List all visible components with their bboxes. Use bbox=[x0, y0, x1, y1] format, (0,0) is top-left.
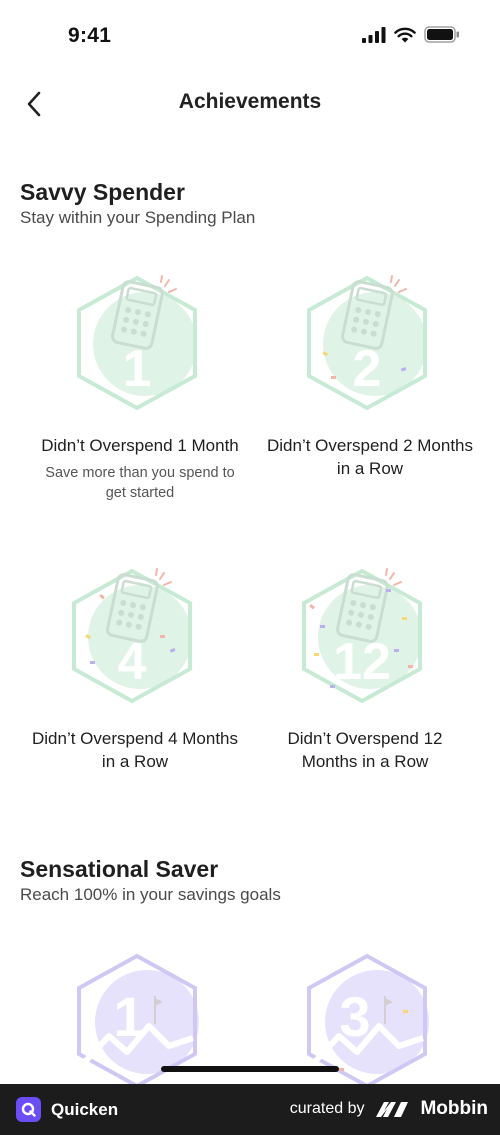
badge-description: Save more than you spend to get started bbox=[45, 465, 235, 501]
badge-savvy-12[interactable]: 12 Didn’t Overspend 12 Months in a Row bbox=[250, 565, 480, 773]
badge-title: Didn’t Overspend 2 Months in a Row bbox=[267, 436, 473, 478]
battery-icon bbox=[424, 26, 459, 43]
footer-credit: curated by Mobbin bbox=[290, 1098, 488, 1120]
quicken-logo-icon bbox=[16, 1097, 41, 1122]
footer-app: Quicken bbox=[16, 1097, 118, 1122]
mobbin-brand: Mobbin bbox=[420, 1098, 488, 1119]
badge-title: Didn’t Overspend 4 Months in a Row bbox=[32, 729, 238, 771]
calculator-badge-icon: 1 bbox=[77, 275, 197, 411]
signal-icon bbox=[362, 26, 386, 43]
calculator-badge-icon: 12 bbox=[302, 568, 422, 704]
svg-text:1: 1 bbox=[123, 340, 152, 398]
badge-savvy-1[interactable]: 1 Didn’t Overspend 1 Month Save more tha… bbox=[25, 272, 255, 503]
wifi-icon bbox=[394, 27, 416, 42]
status-icons bbox=[362, 26, 460, 43]
badge-savvy-4[interactable]: 4 Didn’t Overspend 4 Months in a Row bbox=[20, 565, 250, 773]
status-bar: 9:41 bbox=[0, 0, 500, 74]
badge-title: Didn’t Overspend 12 Months in a Row bbox=[287, 729, 443, 771]
badge-savvy-2[interactable]: 2 Didn’t Overspend 2 Months in a Row bbox=[255, 272, 485, 480]
badge-title: Didn’t Overspend 1 Month bbox=[41, 436, 239, 455]
curated-by-label: curated by bbox=[289, 1100, 365, 1117]
calculator-badge-icon: 4 bbox=[72, 568, 192, 704]
svg-text:2: 2 bbox=[353, 340, 382, 398]
page-title: Achievements bbox=[178, 90, 322, 113]
section-subtitle-sensational-saver: Reach 100% in your savings goals bbox=[20, 885, 281, 904]
svg-text:4: 4 bbox=[118, 633, 147, 691]
svg-text:12: 12 bbox=[333, 633, 391, 691]
mobbin-logo-icon bbox=[376, 1102, 409, 1117]
badge-saver-3[interactable]: 3 bbox=[255, 950, 485, 1084]
status-time: 9:41 bbox=[68, 24, 112, 47]
badge-saver-1[interactable]: 1 bbox=[25, 950, 255, 1084]
calculator-badge-icon: 2 bbox=[307, 275, 427, 411]
home-indicator[interactable] bbox=[161, 1066, 339, 1072]
footer-bar: Quicken curated by Mobbin bbox=[0, 1084, 500, 1135]
footer-app-name: Quicken bbox=[51, 1099, 119, 1119]
mountain-badge-icon: 1 bbox=[77, 953, 199, 1084]
section-subtitle-savvy-spender: Stay within your Spending Plan bbox=[20, 208, 256, 227]
mountain-badge-icon: 3 bbox=[307, 953, 429, 1084]
nav-bar: Achievements bbox=[0, 74, 500, 134]
section-title-sensational-saver: Sensational Saver bbox=[20, 856, 219, 882]
section-title-savvy-spender: Savvy Spender bbox=[20, 179, 185, 205]
